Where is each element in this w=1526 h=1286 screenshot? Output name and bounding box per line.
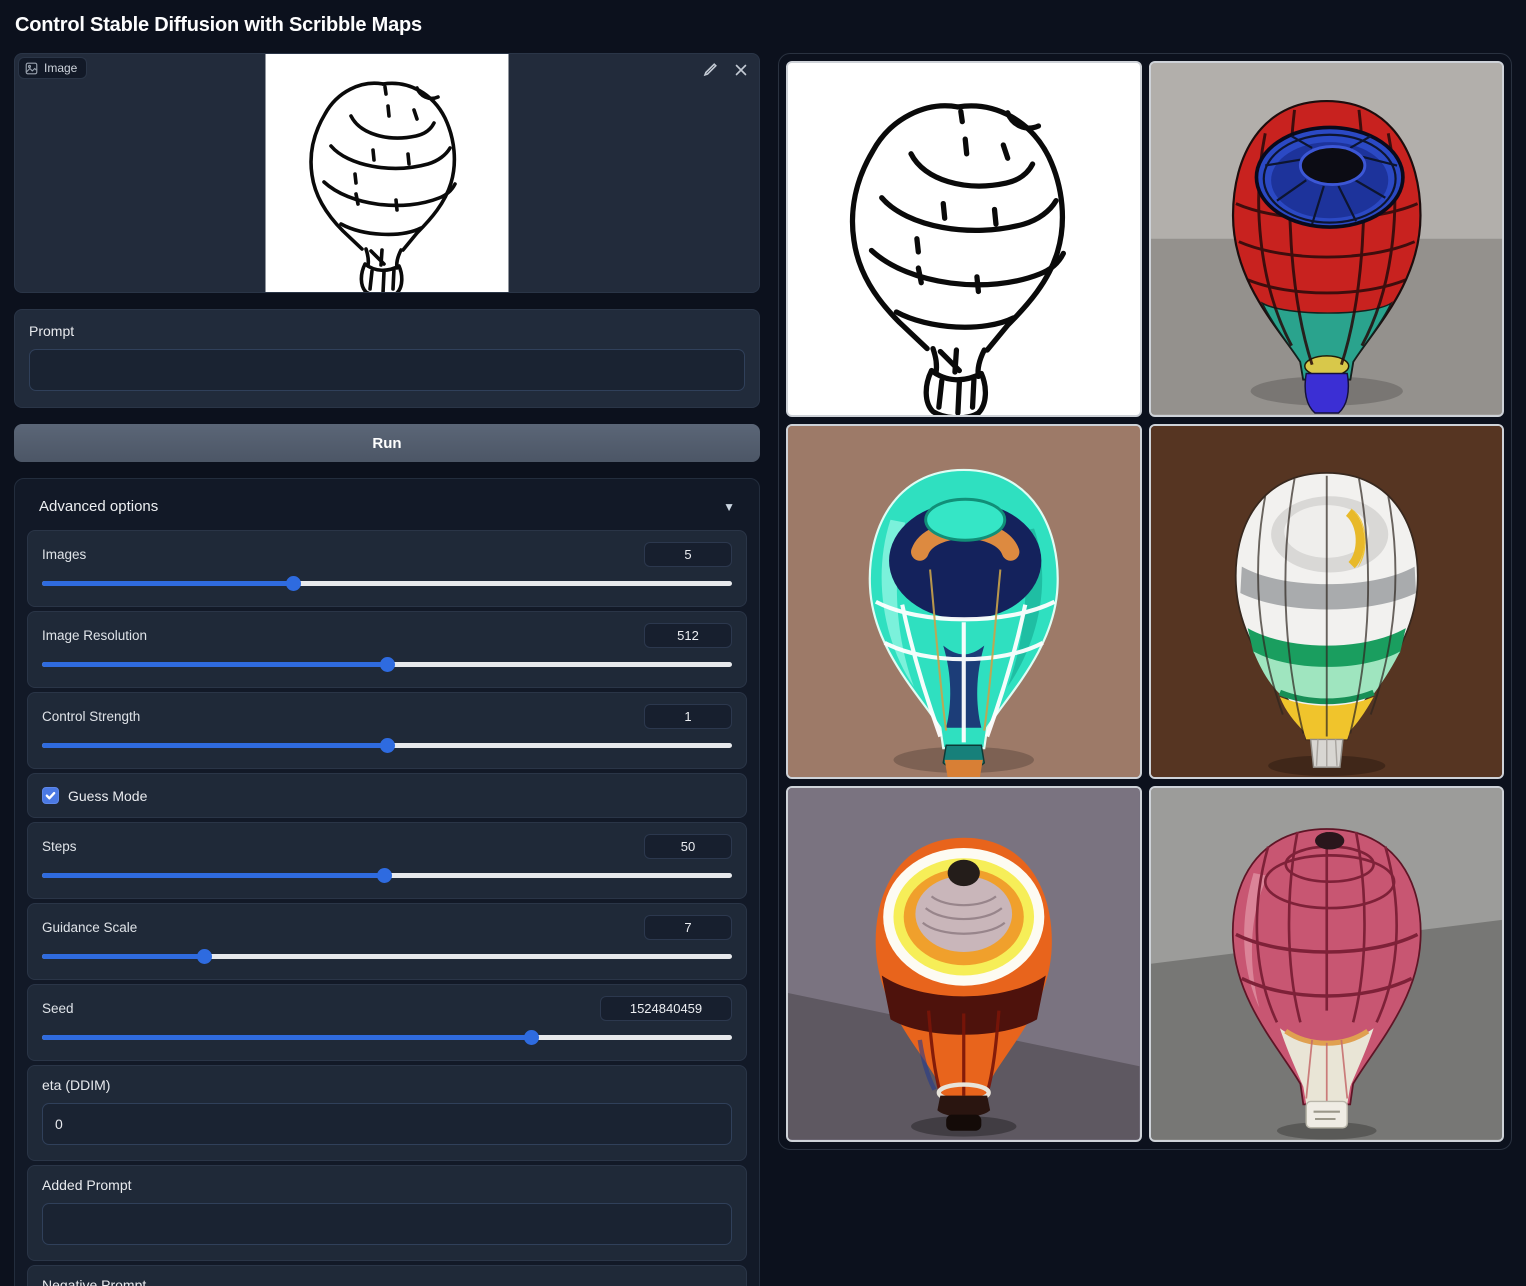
guidance-scale-label: Guidance Scale <box>42 920 138 935</box>
guidance-scale-slider[interactable] <box>42 949 732 964</box>
image-resolution-label: Image Resolution <box>42 628 148 643</box>
slider-block-images: Images <box>27 530 747 607</box>
image-panel-actions <box>702 62 749 78</box>
guidance-scale-value-input[interactable] <box>644 915 732 940</box>
guess-mode-checkbox[interactable] <box>42 787 59 804</box>
slider-block-guidance-scale: Guidance Scale <box>27 903 747 980</box>
run-button[interactable]: Run <box>14 424 760 462</box>
images-value-input[interactable] <box>644 542 732 567</box>
prompt-label: Prompt <box>29 323 75 339</box>
eta-block: eta (DDIM) <box>27 1065 747 1161</box>
gallery-item-balloon-white-green[interactable] <box>1148 423 1504 779</box>
advanced-options-panel: Advanced options ▼ Images Image Resoluti… <box>14 478 760 1286</box>
negative-prompt-label: Negative Prompt <box>42 1277 147 1286</box>
prompt-input[interactable] <box>29 349 745 391</box>
image-component-label-text: Image <box>44 61 78 75</box>
gallery-item-balloon-teal[interactable] <box>786 423 1142 779</box>
left-column: Image Prompt Run Advanced options ▼ Imag… <box>14 53 760 1286</box>
images-label: Images <box>42 547 87 562</box>
advanced-options-header[interactable]: Advanced options ▼ <box>27 491 747 530</box>
image-resolution-value-input[interactable] <box>644 623 732 648</box>
edit-pencil-icon[interactable] <box>702 62 718 78</box>
scribble-image[interactable] <box>265 54 509 292</box>
slider-block-control-strength: Control Strength <box>27 692 747 769</box>
control-strength-value-input[interactable] <box>644 704 732 729</box>
result-gallery <box>778 53 1512 1150</box>
images-slider[interactable] <box>42 576 732 591</box>
page-title: Control Stable Diffusion with Scribble M… <box>15 14 422 36</box>
image-component-label: Image <box>18 57 88 79</box>
clear-x-icon[interactable] <box>733 62 749 78</box>
image-input-panel[interactable]: Image <box>14 53 760 293</box>
check-icon <box>45 791 56 800</box>
slider-block-image-resolution: Image Resolution <box>27 611 747 688</box>
guess-mode-label: Guess Mode <box>68 787 148 804</box>
image-resolution-slider[interactable] <box>42 657 732 672</box>
negative-prompt-block: Negative Prompt <box>27 1265 747 1286</box>
slider-block-seed: Seed <box>27 984 747 1061</box>
gallery-item-scribble[interactable] <box>786 61 1142 417</box>
added-prompt-label: Added Prompt <box>42 1177 132 1193</box>
eta-input[interactable] <box>42 1103 732 1145</box>
control-strength-slider[interactable] <box>42 738 732 753</box>
advanced-blocks: Images Image Resolution <box>27 530 747 1286</box>
steps-value-input[interactable] <box>644 834 732 859</box>
seed-slider[interactable] <box>42 1030 732 1045</box>
gallery-item-balloon-pink[interactable] <box>1148 786 1504 1142</box>
added-prompt-block: Added Prompt <box>27 1165 747 1261</box>
gallery-item-balloon-orange-glow[interactable] <box>786 786 1142 1142</box>
eta-label: eta (DDIM) <box>42 1077 111 1093</box>
collapse-caret-icon[interactable]: ▼ <box>723 500 735 514</box>
added-prompt-input[interactable] <box>42 1203 732 1245</box>
control-strength-label: Control Strength <box>42 709 141 724</box>
main-layout: Image Prompt Run Advanced options ▼ Imag… <box>14 53 1512 1286</box>
slider-block-steps: Steps <box>27 822 747 899</box>
advanced-options-title: Advanced options <box>39 498 159 515</box>
image-icon <box>25 62 38 74</box>
guess-mode-block: Guess Mode <box>27 773 747 818</box>
seed-value-input[interactable] <box>600 996 732 1021</box>
gallery-item-balloon-red-blue[interactable] <box>1148 61 1504 417</box>
steps-label: Steps <box>42 839 77 854</box>
prompt-panel: Prompt <box>14 309 760 408</box>
seed-label: Seed <box>42 1001 74 1016</box>
steps-slider[interactable] <box>42 868 732 883</box>
